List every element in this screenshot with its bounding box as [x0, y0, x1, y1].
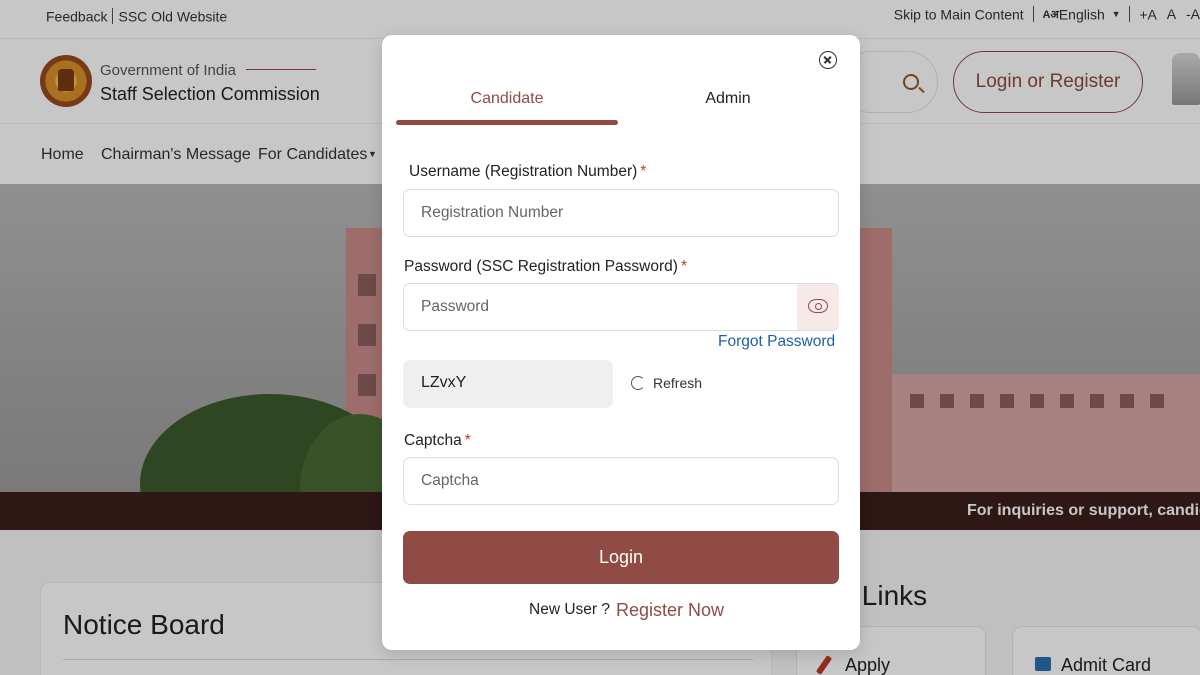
toggle-password-visibility-button[interactable]	[797, 284, 839, 330]
username-label-text: Username (Registration Number)	[409, 163, 638, 180]
refresh-label: Refresh	[653, 375, 703, 391]
eye-icon	[808, 299, 828, 313]
refresh-captcha-button[interactable]: Refresh	[631, 375, 702, 391]
close-icon[interactable]	[819, 51, 837, 69]
password-label-text: Password (SSC Registration Password)	[404, 258, 678, 275]
login-button[interactable]: Login	[403, 531, 839, 584]
active-tab-indicator	[396, 120, 618, 125]
username-label: Username (Registration Number) *	[409, 163, 646, 181]
tab-candidate[interactable]: Candidate	[396, 90, 618, 124]
username-input[interactable]	[403, 189, 839, 237]
password-input[interactable]	[403, 283, 839, 331]
captcha-image: LZvxY	[403, 360, 613, 408]
required-marker: *	[640, 163, 647, 180]
register-now-link[interactable]: Register Now	[616, 600, 724, 621]
captcha-input[interactable]	[403, 457, 839, 505]
password-label: Password (SSC Registration Password) *	[404, 258, 687, 276]
required-marker: *	[680, 258, 687, 275]
required-marker: *	[464, 432, 471, 449]
new-user-text: New User ?	[529, 601, 610, 618]
captcha-label-text: Captcha	[404, 432, 462, 449]
login-modal: Candidate Admin Username (Registration N…	[382, 35, 860, 650]
tab-admin[interactable]: Admin	[618, 90, 838, 124]
captcha-label: Captcha *	[404, 432, 471, 450]
captcha-code: LZvxY	[421, 374, 467, 391]
refresh-icon	[631, 376, 645, 390]
forgot-password-link[interactable]: Forgot Password	[718, 333, 835, 351]
